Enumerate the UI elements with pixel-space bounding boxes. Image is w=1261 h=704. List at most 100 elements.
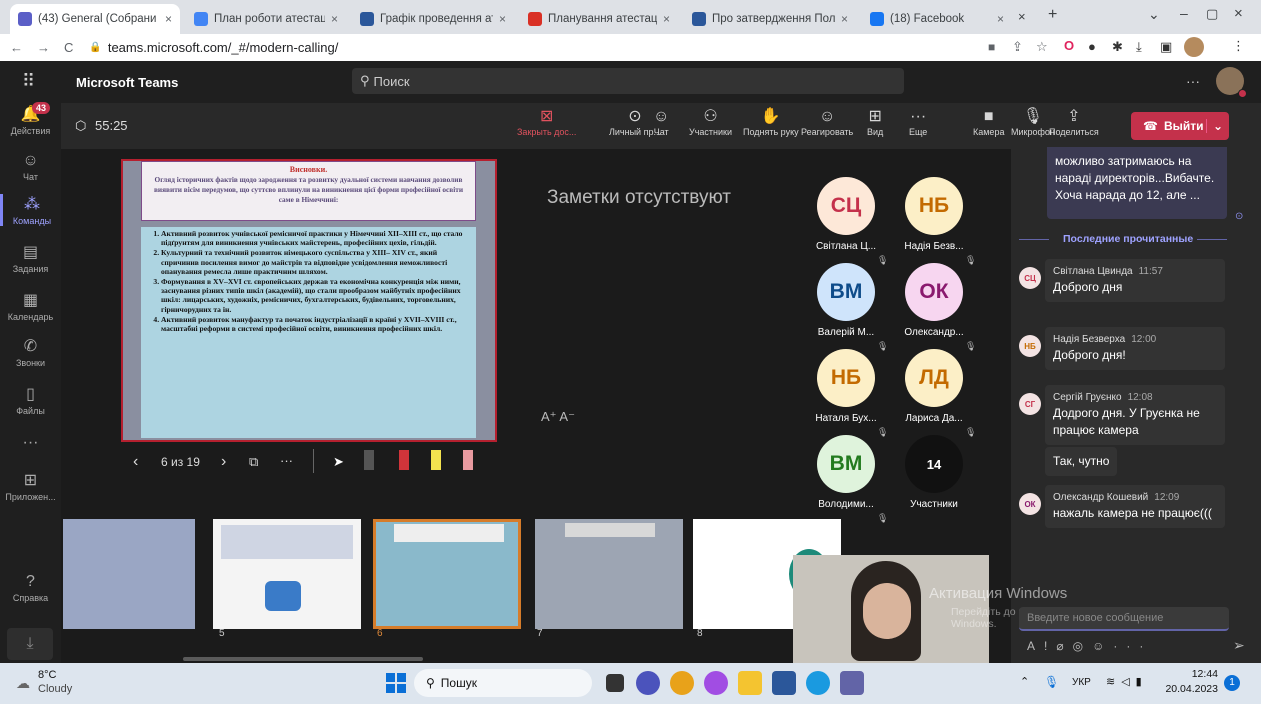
next-slide-icon[interactable]: ›	[221, 453, 226, 471]
rail-item-4[interactable]: ▦ Календарь	[0, 290, 61, 322]
rail-item-3[interactable]: ▤ Задания	[0, 242, 61, 274]
rail-item-8[interactable]: ⊞ Приложен...	[0, 470, 61, 502]
restore-icon[interactable]: ▢	[1206, 6, 1218, 22]
prev-slide-icon[interactable]: ‹	[133, 453, 138, 471]
compose-toolbar[interactable]: A!⌀◎☺···	[1027, 639, 1152, 653]
call-button-camera[interactable]: ■ Камера	[973, 107, 1004, 137]
participant-tile[interactable]: ОК Олександр... 🎙	[889, 263, 979, 351]
call-button-people[interactable]: ⚇ Участники	[689, 107, 732, 137]
rail-item-6[interactable]: ▯ Файлы	[0, 384, 61, 416]
slide-thumbnail-5[interactable]	[213, 519, 361, 629]
participant-tile[interactable]: СЦ Світлана Ц... 🎙	[801, 177, 891, 265]
call-button-more[interactable]: ··· Еще	[909, 107, 927, 137]
format-icon[interactable]: A	[1027, 639, 1044, 653]
close-icon[interactable]: ×	[663, 12, 670, 26]
browser-tab[interactable]: План роботи атестаційної ×	[186, 4, 346, 34]
tray-chevron-icon[interactable]: ⌃	[1020, 675, 1029, 688]
rail-item-7[interactable]: ···	[0, 434, 61, 454]
loop-icon[interactable]: ◎	[1073, 639, 1092, 653]
eraser-icon[interactable]	[463, 450, 473, 470]
more-icon[interactable]: ···	[1113, 639, 1152, 653]
search-input[interactable]: ⚲ Поиск	[352, 68, 904, 94]
profile-avatar[interactable]	[1184, 37, 1204, 57]
clock-time[interactable]: 12:44	[1172, 668, 1218, 680]
word-icon[interactable]	[772, 671, 796, 695]
weather-desc[interactable]: Cloudy	[38, 683, 72, 695]
more-icon[interactable]: ···	[280, 453, 293, 468]
more-icon[interactable]: ···	[1186, 73, 1200, 89]
cast-icon[interactable]: ■	[988, 40, 995, 54]
help-button[interactable]: ? Справка	[0, 573, 61, 603]
priority-icon[interactable]: !	[1044, 639, 1056, 653]
call-button-close-share[interactable]: ⊠ Закрыть дос...	[517, 107, 576, 137]
task-view-icon[interactable]	[606, 674, 624, 692]
download-app-button[interactable]: ⤓	[7, 628, 53, 660]
compose-input[interactable]: Введите новое сообщение	[1019, 607, 1229, 631]
close-icon[interactable]: ×	[331, 12, 338, 26]
thumb-scrollbar[interactable]	[183, 657, 423, 661]
participant-tile[interactable]: ВМ Володими... 🎙	[801, 435, 891, 523]
tray-icons[interactable]: ≋◁▮	[1106, 675, 1148, 688]
close-icon[interactable]: ×	[997, 12, 1004, 26]
browser-tab[interactable]: (43) General (Собрани ×	[10, 4, 180, 34]
font-size-controls[interactable]: A⁺ A⁻	[541, 409, 575, 425]
highlighter-icon[interactable]	[431, 450, 441, 470]
teams-icon[interactable]	[840, 671, 864, 695]
slide-thumbnail-6[interactable]	[373, 519, 521, 629]
rail-item-2[interactable]: ⁂ Команды	[0, 194, 61, 226]
call-button-share[interactable]: ⇪ Поделиться	[1049, 107, 1099, 137]
emoji-icon[interactable]: ☺	[1092, 639, 1113, 653]
pointer-icon[interactable]: ➤	[333, 454, 344, 470]
opera-icon[interactable]: O	[1064, 38, 1074, 53]
participant-tile[interactable]: ЛД Лариса Да... 🎙	[889, 349, 979, 437]
app-launcher-icon[interactable]: ⠿	[22, 71, 35, 92]
minimize-icon[interactable]: –	[1180, 5, 1188, 21]
chevron-down-icon[interactable]: ⌄	[1205, 119, 1223, 133]
red-pen-icon[interactable]	[399, 450, 409, 470]
puzzle-icon[interactable]: ✱	[1112, 39, 1123, 55]
close-window-icon[interactable]: ×	[1234, 5, 1243, 22]
slide-thumbnail-4[interactable]	[63, 519, 195, 629]
close-icon[interactable]: ×	[165, 12, 172, 26]
taskbar-search[interactable]: ⚲ Пошук	[414, 669, 592, 697]
teams-chat-icon[interactable]	[636, 671, 660, 695]
mic-tray-icon[interactable]: 🎙	[1044, 675, 1059, 689]
download-icon[interactable]: ⤓	[1136, 39, 1142, 55]
participant-tile[interactable]: НБ Наталя Бух... 🎙	[801, 349, 891, 437]
url-text[interactable]: teams.microsoft.com/_#/modern-calling/	[108, 40, 338, 55]
browser-tab[interactable]: Графік проведення атеста ×	[352, 4, 514, 34]
attach-icon[interactable]: ⌀	[1056, 639, 1072, 653]
rail-item-5[interactable]: ✆ Звонки	[0, 336, 61, 368]
call-button-hand[interactable]: ✋ Поднять руку	[743, 107, 799, 137]
clock-date[interactable]: 20.04.2023	[1160, 683, 1218, 695]
grid-view-icon[interactable]: ⧉	[249, 454, 258, 470]
rail-item-0[interactable]: 🔔 Действия 43	[0, 102, 61, 136]
browser-tab[interactable]: Про затвердження Полож ×	[684, 4, 856, 34]
share-page-icon[interactable]: ⇪	[1012, 39, 1023, 55]
participant-tile[interactable]: НБ Надія Безв... 🎙	[889, 177, 979, 265]
browser-tab[interactable]: Планування атестації педа ×	[520, 4, 678, 34]
back-icon[interactable]: ←	[10, 40, 23, 55]
forward-icon[interactable]: →	[37, 40, 50, 55]
explorer-icon[interactable]	[738, 671, 762, 695]
close-icon[interactable]: ×	[841, 12, 848, 26]
extension-icon[interactable]: ●	[1088, 39, 1096, 54]
chevron-down-icon[interactable]: ⌄	[1148, 6, 1160, 23]
leave-button[interactable]: ☎ Выйти ⌄	[1131, 112, 1229, 140]
call-button-chat[interactable]: ☺ Чат	[653, 107, 669, 137]
start-button[interactable]	[386, 673, 406, 693]
tab-close-icon[interactable]: ×	[1018, 9, 1026, 24]
menu-icon[interactable]: ⋮	[1232, 38, 1245, 54]
weather-temp[interactable]: 8°C	[38, 669, 56, 681]
send-icon[interactable]: ➢	[1233, 637, 1245, 654]
call-button-smile[interactable]: ☺ Реагировать	[801, 107, 853, 137]
slide-thumbnail-7[interactable]	[535, 519, 683, 629]
star-icon[interactable]: ☆	[1036, 39, 1048, 55]
reload-icon[interactable]: C	[64, 40, 73, 55]
edge-icon[interactable]	[806, 671, 830, 695]
sidepanel-icon[interactable]: ▣	[1160, 39, 1172, 55]
close-icon[interactable]: ×	[499, 12, 506, 26]
participant-tile[interactable]: 14 Участники	[889, 435, 979, 510]
language-indicator[interactable]: УКР	[1072, 677, 1091, 688]
chrome-icon[interactable]	[670, 671, 694, 695]
